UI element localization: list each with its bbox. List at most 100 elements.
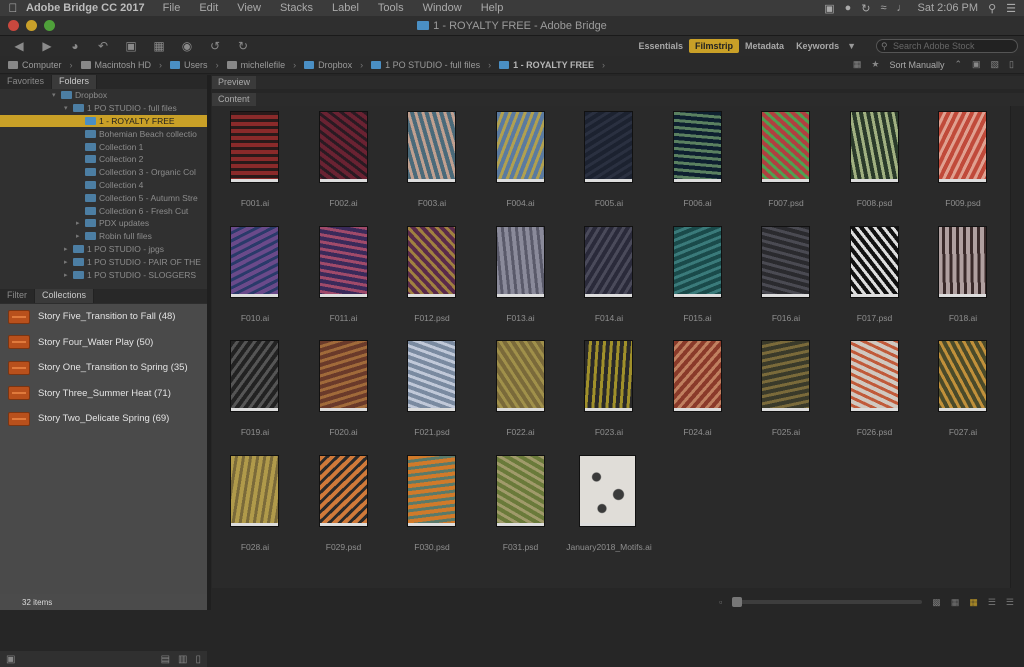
thumbnail-size-slider[interactable] bbox=[732, 597, 923, 607]
thumbnail-image[interactable] bbox=[761, 340, 810, 412]
zoom-out-icon[interactable]: ▫ bbox=[719, 597, 722, 607]
thumbnail-item[interactable]: F011.ai bbox=[307, 224, 396, 339]
thumbnail-image[interactable] bbox=[672, 340, 722, 412]
trash-icon[interactable]: ▯ bbox=[1009, 59, 1014, 70]
new-folder-icon[interactable]: ▧ bbox=[991, 59, 1000, 70]
zoom-window-button[interactable] bbox=[44, 20, 55, 31]
menu-edit[interactable]: Edit bbox=[199, 2, 218, 14]
disclosure-triangle-icon[interactable]: ▸ bbox=[64, 271, 73, 279]
thumbnail-item[interactable]: F009.psd bbox=[926, 109, 1015, 224]
workspace-keywords[interactable]: Keywords bbox=[790, 39, 845, 53]
refine-icon[interactable]: ▦ bbox=[150, 39, 168, 53]
collection-item[interactable]: Story One_Transition to Spring (35) bbox=[0, 355, 207, 381]
thumbnail-item[interactable]: F029.psd bbox=[307, 453, 396, 568]
thumbnail-image[interactable] bbox=[761, 225, 810, 298]
tree-item[interactable]: Collection 2 bbox=[0, 153, 207, 166]
thumbnail-image[interactable] bbox=[495, 340, 545, 412]
thumbnail-item[interactable]: F013.ai bbox=[484, 224, 573, 339]
thumbnail-item[interactable]: F031.psd bbox=[484, 453, 573, 568]
rotate-left-icon[interactable]: ↺ bbox=[206, 39, 224, 53]
thumbnail-image[interactable] bbox=[230, 340, 279, 412]
thumbnail-item[interactable]: F008.psd bbox=[838, 109, 927, 224]
panel-divider[interactable] bbox=[207, 75, 211, 610]
thumbnail-image[interactable] bbox=[849, 111, 899, 183]
workspace-essentials[interactable]: Essentials bbox=[633, 39, 690, 53]
content-scrollbar[interactable] bbox=[1010, 106, 1024, 588]
delete-collection-icon[interactable]: ▯ bbox=[195, 654, 201, 665]
thumbnail-image[interactable] bbox=[407, 225, 456, 298]
thumbnail-item[interactable]: F012.psd bbox=[395, 224, 484, 339]
breadcrumb-user[interactable]: michellefile › bbox=[226, 60, 296, 70]
chevron-down-icon[interactable]: ▼ bbox=[847, 41, 856, 51]
thumbnail-item[interactable]: F003.ai bbox=[395, 109, 484, 224]
grid-lock-icon[interactable]: ▦ bbox=[951, 597, 960, 608]
thumbnail-image[interactable] bbox=[318, 454, 368, 527]
tree-item[interactable]: ▸ 1 PO STUDIO - SLOGGERS bbox=[0, 268, 207, 281]
tab-folders[interactable]: Folders bbox=[52, 75, 98, 89]
thumbnail-image[interactable] bbox=[495, 225, 545, 298]
tab-filter[interactable]: Filter bbox=[0, 289, 35, 303]
thumbnail-image[interactable] bbox=[584, 340, 633, 412]
sync-icon[interactable]: ↻ bbox=[861, 2, 870, 15]
thumbnail-image[interactable] bbox=[849, 225, 899, 298]
sort-dropdown[interactable]: Sort Manually bbox=[889, 60, 944, 70]
thumbnail-image[interactable] bbox=[318, 225, 368, 298]
rating-filter-icon[interactable]: ★ bbox=[871, 59, 879, 70]
collection-item[interactable]: Story Five_Transition to Fall (48) bbox=[0, 304, 207, 330]
thumbnail-item[interactable]: F020.ai bbox=[307, 338, 396, 453]
tree-item[interactable]: ▸ Robin full files bbox=[0, 230, 207, 243]
thumbnail-item[interactable]: F017.psd bbox=[838, 224, 927, 339]
thumbnail-item[interactable]: F015.ai bbox=[661, 224, 750, 339]
thumbnail-image[interactable] bbox=[230, 225, 279, 298]
quality-options-icon[interactable]: ▦ bbox=[853, 59, 862, 70]
thumbnail-item[interactable]: F018.ai bbox=[926, 224, 1015, 339]
thumbnail-item[interactable]: F007.psd bbox=[749, 109, 838, 224]
close-window-button[interactable] bbox=[8, 20, 19, 31]
thumbnail-image[interactable] bbox=[938, 111, 987, 183]
tree-item[interactable]: Collection 4 bbox=[0, 179, 207, 192]
tree-item[interactable]: ▾ 1 PO STUDIO - full files bbox=[0, 102, 207, 115]
collection-settings-icon[interactable]: ▣ bbox=[0, 654, 15, 665]
thumbnail-image[interactable] bbox=[318, 111, 368, 183]
search-input[interactable]: ⚲ Search Adobe Stock bbox=[876, 39, 1018, 53]
creative-cloud-icon[interactable]: ● bbox=[845, 2, 852, 14]
tab-content[interactable]: Content bbox=[212, 93, 256, 106]
open-in-camera-raw-icon[interactable]: ◉ bbox=[178, 39, 196, 53]
tree-item[interactable]: Bohemian Beach collectio bbox=[0, 127, 207, 140]
back-arrow-icon[interactable]: ◀ bbox=[10, 39, 28, 53]
thumbnail-image[interactable] bbox=[761, 111, 810, 183]
thumbnail-image[interactable] bbox=[318, 340, 368, 412]
apple-icon[interactable]:  bbox=[0, 1, 26, 15]
recent-folders-icon[interactable]: ◕ bbox=[66, 39, 84, 53]
tree-item[interactable]: Collection 3 - Organic Col bbox=[0, 166, 207, 179]
thumbnail-item[interactable]: F030.psd bbox=[395, 453, 484, 568]
list-view-icon[interactable]: ☰ bbox=[1006, 597, 1014, 608]
thumbnail-item[interactable]: F001.ai bbox=[218, 109, 307, 224]
thumbnail-item[interactable]: F022.ai bbox=[484, 338, 573, 453]
menu-view[interactable]: View bbox=[237, 2, 261, 14]
thumbnail-item[interactable]: F028.ai bbox=[218, 453, 307, 568]
workspace-filmstrip[interactable]: Filmstrip bbox=[689, 39, 740, 53]
menu-file[interactable]: File bbox=[163, 2, 181, 14]
tree-item[interactable]: 1 - ROYALTY FREE bbox=[0, 114, 207, 128]
thumbnail-image[interactable] bbox=[230, 111, 279, 183]
tree-item[interactable]: Collection 6 - Fresh Cut bbox=[0, 204, 207, 217]
disclosure-triangle-icon[interactable]: ▾ bbox=[64, 104, 73, 112]
open-recent-icon[interactable]: ▣ bbox=[972, 59, 981, 70]
thumbnail-item[interactable]: F027.ai bbox=[926, 338, 1015, 453]
tree-item[interactable]: ▸ PDX updates bbox=[0, 217, 207, 230]
camera-icon[interactable]: ▣ bbox=[122, 39, 140, 53]
collection-item[interactable]: Story Two_Delicate Spring (69) bbox=[0, 406, 207, 432]
tab-preview[interactable]: Preview bbox=[212, 76, 257, 89]
thumbnail-item[interactable]: F019.ai bbox=[218, 338, 307, 453]
menu-tools[interactable]: Tools bbox=[378, 2, 404, 14]
wifi-icon[interactable]: ≈ bbox=[880, 2, 886, 14]
thumbnail-item[interactable]: F002.ai bbox=[307, 109, 396, 224]
thumbnail-image[interactable] bbox=[584, 225, 633, 298]
clock[interactable]: Sat 2:06 PM bbox=[918, 2, 979, 14]
thumbnail-item[interactable]: F005.ai bbox=[572, 109, 661, 224]
thumbnail-image[interactable] bbox=[495, 111, 545, 183]
zoom-in-icon[interactable]: ▩ bbox=[932, 597, 941, 608]
disclosure-triangle-icon[interactable]: ▸ bbox=[64, 245, 73, 253]
tree-item[interactable]: ▸ 1 PO STUDIO - PAIR OF THE bbox=[0, 255, 207, 268]
